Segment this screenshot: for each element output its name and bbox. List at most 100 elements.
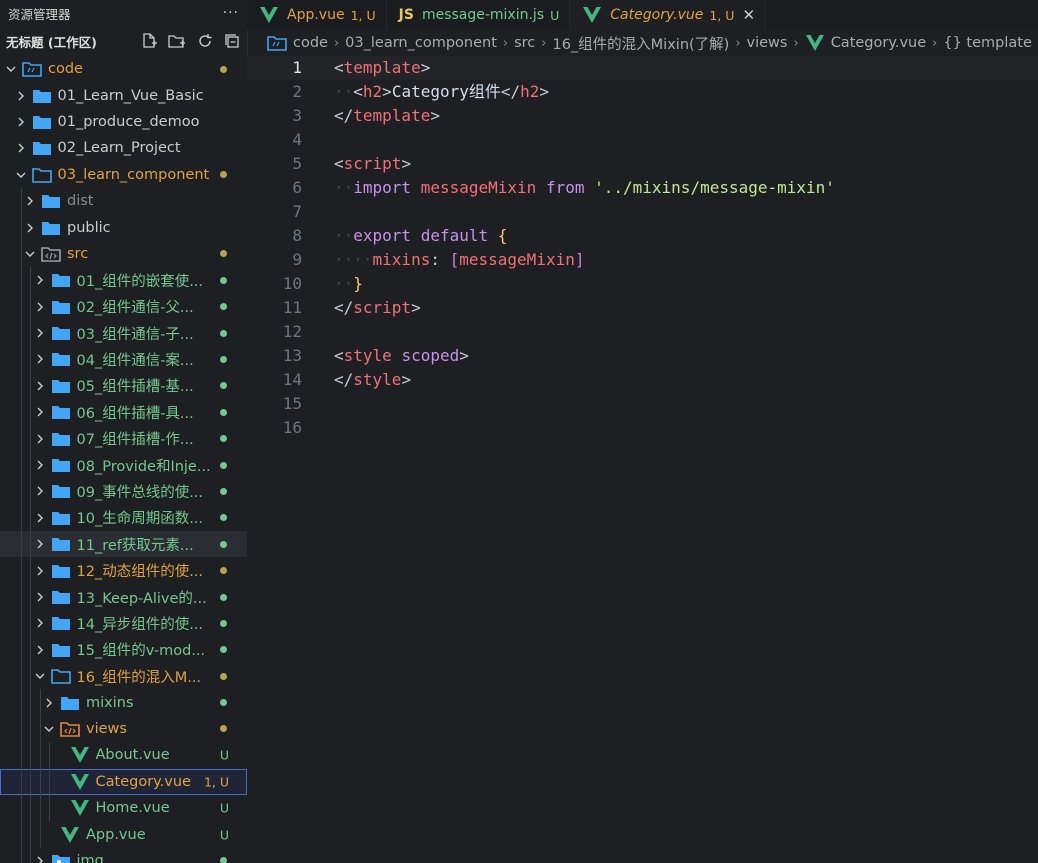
chevron-right-icon[interactable] — [33, 855, 47, 863]
breadcrumb-item[interactable]: code — [293, 35, 328, 51]
chevron-right-icon[interactable] — [33, 459, 47, 471]
file-item[interactable]: Home.vue U — [0, 794, 247, 822]
code-line[interactable]: 15 — [247, 392, 1038, 416]
folder-item[interactable]: 14_异步组件的使... — [0, 610, 247, 637]
tab-category-vue[interactable]: Category.vue 1, U ✕ — [570, 0, 767, 30]
chevron-down-icon[interactable] — [14, 169, 28, 181]
code-editor[interactable]: 1 <template> 2 ··<h2>Category组件</h2> 3 </temp… — [247, 56, 1038, 863]
folder-item[interactable]: 04_组件通信-案... — [0, 346, 247, 373]
folder-item[interactable]: 03_组件通信-子... — [0, 319, 247, 347]
folder-item[interactable]: 05_组件插槽-基... — [0, 372, 247, 400]
chevron-right-icon[interactable] — [33, 644, 47, 656]
chevron-right-icon[interactable] — [33, 274, 47, 286]
git-status-dot — [220, 171, 227, 179]
code-line[interactable]: 4 — [247, 128, 1038, 152]
chevron-right-icon[interactable] — [14, 90, 28, 102]
code-line[interactable]: 1 <template> — [247, 56, 1038, 80]
chevron-right-icon[interactable] — [33, 565, 47, 577]
code-token: < — [334, 154, 344, 173]
folder-item[interactable]: 12_动态组件的使... — [0, 557, 247, 584]
code-line[interactable]: 5 <script> — [247, 152, 1038, 176]
chevron-right-icon[interactable] — [33, 512, 47, 524]
folder-item[interactable]: 06_组件插槽-具... — [0, 399, 247, 426]
code-line[interactable]: 16 — [247, 416, 1038, 440]
code-line[interactable]: 11 </script> — [247, 296, 1038, 320]
chevron-right-icon[interactable] — [33, 485, 47, 497]
chevron-right-icon[interactable] — [33, 433, 47, 445]
code-line[interactable]: 2 ··<h2>Category组件</h2> — [247, 80, 1038, 104]
chevron-down-icon[interactable] — [23, 248, 37, 260]
code-line[interactable]: 12 — [247, 320, 1038, 344]
code-line[interactable]: 14 </style> — [247, 368, 1038, 392]
folder-item[interactable]: views — [0, 715, 247, 743]
folder-item[interactable]: src — [0, 240, 247, 268]
chevron-right-icon[interactable] — [33, 301, 47, 313]
folder-item[interactable]: img — [0, 847, 247, 863]
workspace-header[interactable]: 无标题 (工作区) — [0, 26, 247, 56]
chevron-right-icon[interactable] — [33, 406, 47, 418]
chevron-right-icon[interactable] — [33, 617, 47, 629]
file-item[interactable]: About.vue U — [0, 742, 247, 769]
folder-item[interactable]: 03_learn_component — [0, 162, 247, 188]
more-actions-icon[interactable]: ··· — [223, 5, 239, 21]
chevron-right-icon[interactable] — [33, 327, 47, 339]
collapse-all-icon[interactable] — [223, 32, 241, 50]
breadcrumb-item[interactable]: views — [747, 35, 788, 51]
code-line[interactable]: 6 ··import messageMixin from '../mixins/m… — [247, 176, 1038, 200]
tab-message-mixin-js[interactable]: JS message-mixin.js U — [387, 0, 571, 30]
code-token: < — [334, 58, 344, 77]
new-file-icon[interactable] — [140, 32, 158, 50]
folder-item[interactable]: 07_组件插槽-作... — [0, 425, 247, 452]
folder-item[interactable]: 13_Keep-Alive的... — [0, 583, 247, 611]
folder-item[interactable]: 01_Learn_Vue_Basic — [0, 82, 247, 108]
tab-app-vue[interactable]: App.vue 1, U — [247, 0, 387, 30]
folder-item[interactable]: mixins — [0, 689, 247, 716]
chevron-right-icon[interactable] — [14, 142, 28, 154]
folder-item[interactable]: 10_生命周期函数... — [0, 504, 247, 532]
folder-item[interactable]: 15_组件的v-mod... — [0, 636, 247, 663]
code-line[interactable]: 9 ····mixins: [messageMixin] — [247, 248, 1038, 272]
folder-item[interactable]: 01_组件的嵌套使... — [0, 267, 247, 294]
folder-item[interactable]: 01_produce_demoo — [0, 109, 247, 135]
breadcrumb-item[interactable]: {} template — [943, 35, 1032, 51]
chevron-right-icon[interactable] — [33, 538, 47, 550]
breadcrumb-item[interactable]: src — [514, 35, 535, 51]
close-icon[interactable]: ✕ — [742, 6, 755, 24]
breadcrumb-item[interactable]: Category.vue — [831, 35, 926, 51]
chevron-down-icon[interactable] — [42, 723, 56, 735]
chevron-right-icon[interactable] — [23, 222, 37, 234]
folder-item[interactable]: 09_事件总线的使... — [0, 478, 247, 505]
folder-item[interactable]: code — [0, 56, 247, 82]
chevron-right-icon[interactable] — [33, 353, 47, 365]
chevron-right-icon[interactable] — [33, 380, 47, 392]
refresh-icon[interactable] — [196, 32, 214, 50]
chevron-down-icon[interactable] — [4, 63, 18, 75]
code-line[interactable]: 7 — [247, 200, 1038, 224]
chevron-down-icon[interactable] — [33, 670, 47, 682]
folder-item[interactable]: 02_组件通信-父... — [0, 293, 247, 320]
folder-item[interactable]: 02_Learn_Project — [0, 135, 247, 161]
breadcrumb-item[interactable]: 16_组件的混入Mixin(了解) — [552, 33, 729, 54]
chevron-right-icon[interactable] — [33, 591, 47, 603]
git-status-badge: 1, U — [203, 774, 229, 790]
folder-item[interactable]: 08_Provide和Inje... — [0, 451, 247, 479]
code-line[interactable]: 8 ··export default { — [247, 224, 1038, 248]
folder-item[interactable]: public — [0, 214, 247, 241]
breadcrumb-item[interactable]: 03_learn_component — [345, 35, 497, 51]
folder-item[interactable]: 16_组件的混入M... — [0, 662, 247, 690]
code-token: : — [430, 250, 440, 269]
code-line[interactable]: 3 </template> — [247, 104, 1038, 128]
chevron-right-icon[interactable] — [42, 697, 56, 709]
chevron-right-icon[interactable] — [23, 195, 37, 207]
code-line[interactable]: 10 ··} — [247, 272, 1038, 296]
chevron-right-icon[interactable] — [14, 116, 28, 128]
file-item[interactable]: App.vue U — [0, 821, 247, 848]
folder-item[interactable]: dist — [0, 187, 247, 215]
vue-file-icon — [60, 826, 80, 843]
new-folder-icon[interactable] — [167, 32, 187, 50]
tree-item-label: 08_Provide和Inje... — [76, 458, 211, 475]
code-line[interactable]: 13 <style scoped> — [247, 344, 1038, 368]
line-number: 4 — [292, 130, 302, 149]
file-item[interactable]: Category.vue 1, U — [0, 768, 247, 795]
folder-item[interactable]: 11_ref获取元素... — [0, 531, 247, 558]
